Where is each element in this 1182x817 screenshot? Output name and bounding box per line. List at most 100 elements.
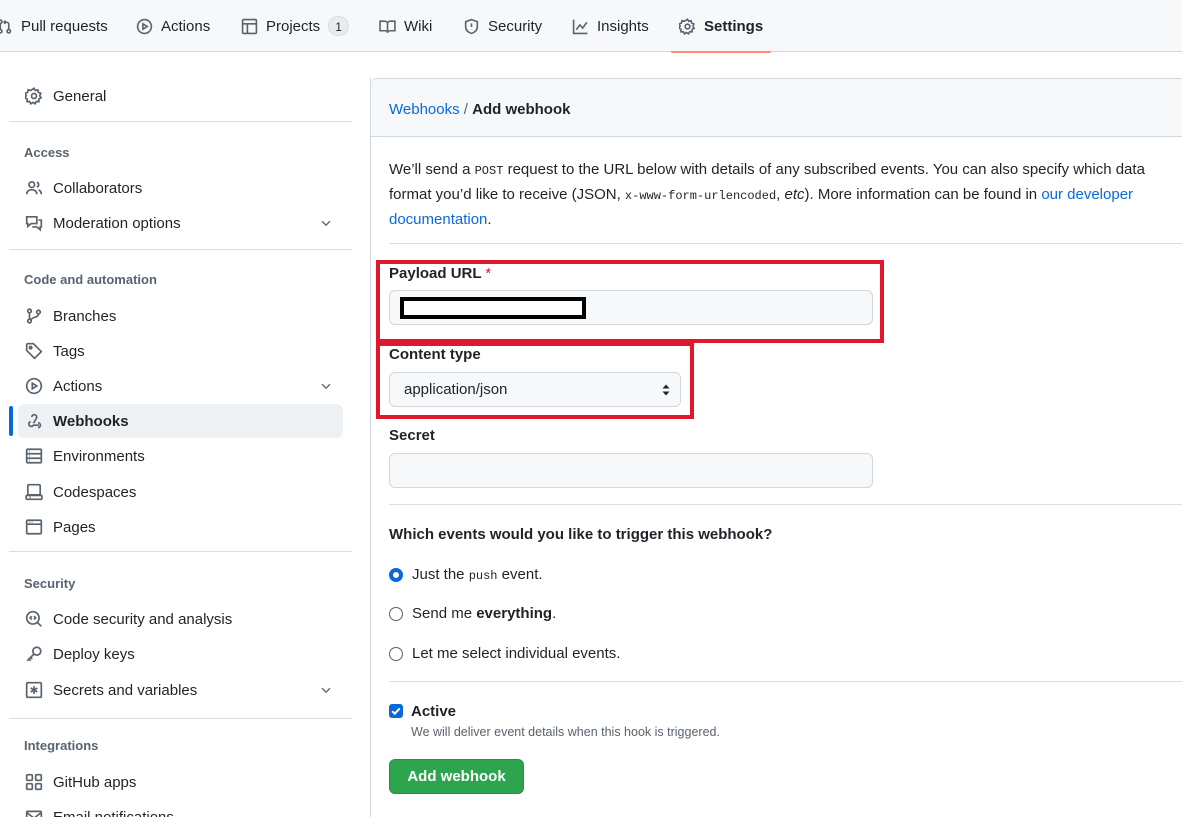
tab-label: Projects — [266, 17, 321, 35]
active-label: Active — [411, 703, 457, 720]
sidebar-divider — [9, 551, 352, 552]
sidebar-item-github-apps[interactable]: GitHub apps — [18, 765, 343, 799]
sidebar-heading-code-automation: Code and automation — [24, 272, 157, 287]
sidebar-item-environments[interactable]: Environments — [18, 439, 343, 473]
option-label: Let me select individual events. — [412, 645, 621, 662]
sidebar-item-moderation[interactable]: Moderation options — [18, 206, 343, 240]
sidebar-item-label: Pages — [53, 518, 96, 536]
option-text: . — [552, 605, 557, 622]
sidebar-item-label: Environments — [53, 447, 145, 465]
intro-part: ). More information can be found in — [804, 186, 1042, 203]
sidebar-heading-integrations: Integrations — [24, 738, 99, 753]
gear-icon — [25, 87, 43, 105]
payload-url-label: Payload URL * — [389, 265, 491, 282]
shield-icon — [464, 18, 479, 34]
git-branch-icon — [26, 308, 42, 324]
sidebar-item-pages[interactable]: Pages — [18, 510, 343, 544]
pull-request-icon — [0, 18, 12, 34]
book-icon — [379, 19, 396, 33]
payload-url-label-text: Payload URL — [389, 265, 482, 282]
add-webhook-panel: Webhooks / Add webhook We’ll send a POST… — [370, 78, 1182, 817]
sidebar-divider — [9, 249, 352, 250]
sidebar-item-webhooks[interactable]: Webhooks — [18, 404, 343, 438]
sidebar-item-secrets[interactable]: Secrets and variables — [18, 673, 343, 707]
graph-icon — [572, 19, 588, 34]
radio-button[interactable] — [389, 567, 403, 582]
sidebar-item-tags[interactable]: Tags — [18, 334, 343, 368]
sidebar-item-label: GitHub apps — [53, 773, 137, 791]
tab-insights[interactable]: Insights — [572, 0, 649, 52]
play-circle-icon — [136, 18, 153, 34]
tab-label: Security — [488, 17, 543, 35]
redacted-url — [400, 297, 586, 319]
sidebar-item-label: Webhooks — [53, 412, 129, 430]
event-option-individual[interactable]: Let me select individual events. — [389, 645, 620, 662]
radio-button[interactable] — [389, 606, 403, 621]
secret-label: Secret — [389, 427, 435, 444]
tab-settings[interactable]: Settings — [670, 0, 772, 53]
sidebar-item-collaborators[interactable]: Collaborators — [18, 171, 343, 205]
tab-label: Settings — [704, 17, 764, 35]
projects-count-badge: 1 — [328, 16, 349, 36]
sidebar-item-deploy-keys[interactable]: Deploy keys — [18, 637, 343, 671]
sidebar-item-branches[interactable]: Branches — [18, 299, 343, 333]
intro-text: We’ll send a POST request to the URL bel… — [389, 158, 1169, 232]
table-icon — [241, 18, 258, 34]
tab-actions[interactable]: Actions — [136, 0, 210, 52]
active-checkbox[interactable] — [389, 704, 403, 718]
intro-part: We’ll send a — [389, 161, 475, 178]
sidebar-divider — [9, 121, 352, 122]
chevron-down-icon — [321, 687, 331, 694]
urlencoded-code: x-www-form-urlencoded — [624, 189, 777, 203]
tab-label: Wiki — [404, 17, 433, 35]
sidebar-item-label: Codespaces — [53, 483, 137, 501]
event-option-everything[interactable]: Send me everything. — [389, 605, 556, 622]
content-type-select[interactable]: application/json — [389, 372, 681, 407]
key-asterisk-icon — [25, 681, 43, 699]
apps-icon — [25, 773, 43, 791]
tab-pull-requests[interactable]: Pull requests — [0, 0, 108, 52]
events-question: Which events would you like to trigger t… — [389, 526, 773, 543]
section-divider — [389, 681, 1182, 682]
sidebar-item-codespaces[interactable]: Codespaces — [18, 475, 343, 509]
browser-icon — [25, 519, 43, 535]
sidebar-heading-security: Security — [24, 576, 76, 591]
sidebar-item-label: Tags — [53, 342, 85, 360]
tab-security[interactable]: Security — [463, 0, 542, 52]
sidebar-item-actions[interactable]: Actions — [18, 369, 343, 403]
gear-icon — [679, 17, 696, 35]
sidebar-item-label: General — [53, 87, 107, 105]
sidebar-item-label: Collaborators — [53, 179, 143, 197]
panel-header: Webhooks / Add webhook — [371, 78, 1182, 137]
tab-projects[interactable]: Projects 1 — [241, 0, 349, 52]
sidebar-item-email-notifications[interactable]: Email notifications — [18, 800, 343, 817]
add-webhook-button[interactable]: Add webhook — [389, 759, 524, 794]
option-text: event. — [497, 566, 543, 583]
checkmark-icon — [391, 707, 401, 716]
payload-url-input[interactable] — [389, 290, 873, 325]
secret-input[interactable] — [389, 453, 873, 488]
repo-nav: Pull requests Actions Projects 1 Wiki Se… — [0, 0, 1182, 53]
tab-label: Actions — [161, 17, 211, 35]
chevron-down-icon — [321, 383, 331, 390]
breadcrumb-webhooks-link[interactable]: Webhooks — [389, 101, 460, 118]
sidebar-item-label: Deploy keys — [53, 645, 135, 663]
sidebar-item-code-security[interactable]: Code security and analysis — [18, 602, 343, 636]
webhook-icon — [28, 413, 42, 429]
option-label: Just the push event. — [412, 566, 543, 583]
sidebar-item-label: Email notifications — [53, 808, 174, 817]
radio-button[interactable] — [389, 646, 403, 661]
codescan-icon — [25, 610, 42, 627]
sidebar-item-general[interactable]: General — [18, 79, 343, 113]
server-icon — [25, 448, 43, 464]
sidebar-divider — [9, 718, 352, 719]
option-emphasis: everything — [476, 605, 553, 622]
breadcrumb-separator: / — [463, 101, 468, 118]
tab-wiki[interactable]: Wiki — [379, 0, 432, 52]
event-option-push[interactable]: Just the push event. — [389, 566, 543, 583]
push-code: push — [468, 569, 498, 583]
codespaces-icon — [25, 483, 43, 501]
comment-discussion-icon — [25, 215, 43, 232]
content-type-label: Content type — [389, 346, 481, 363]
mail-icon — [25, 810, 43, 817]
